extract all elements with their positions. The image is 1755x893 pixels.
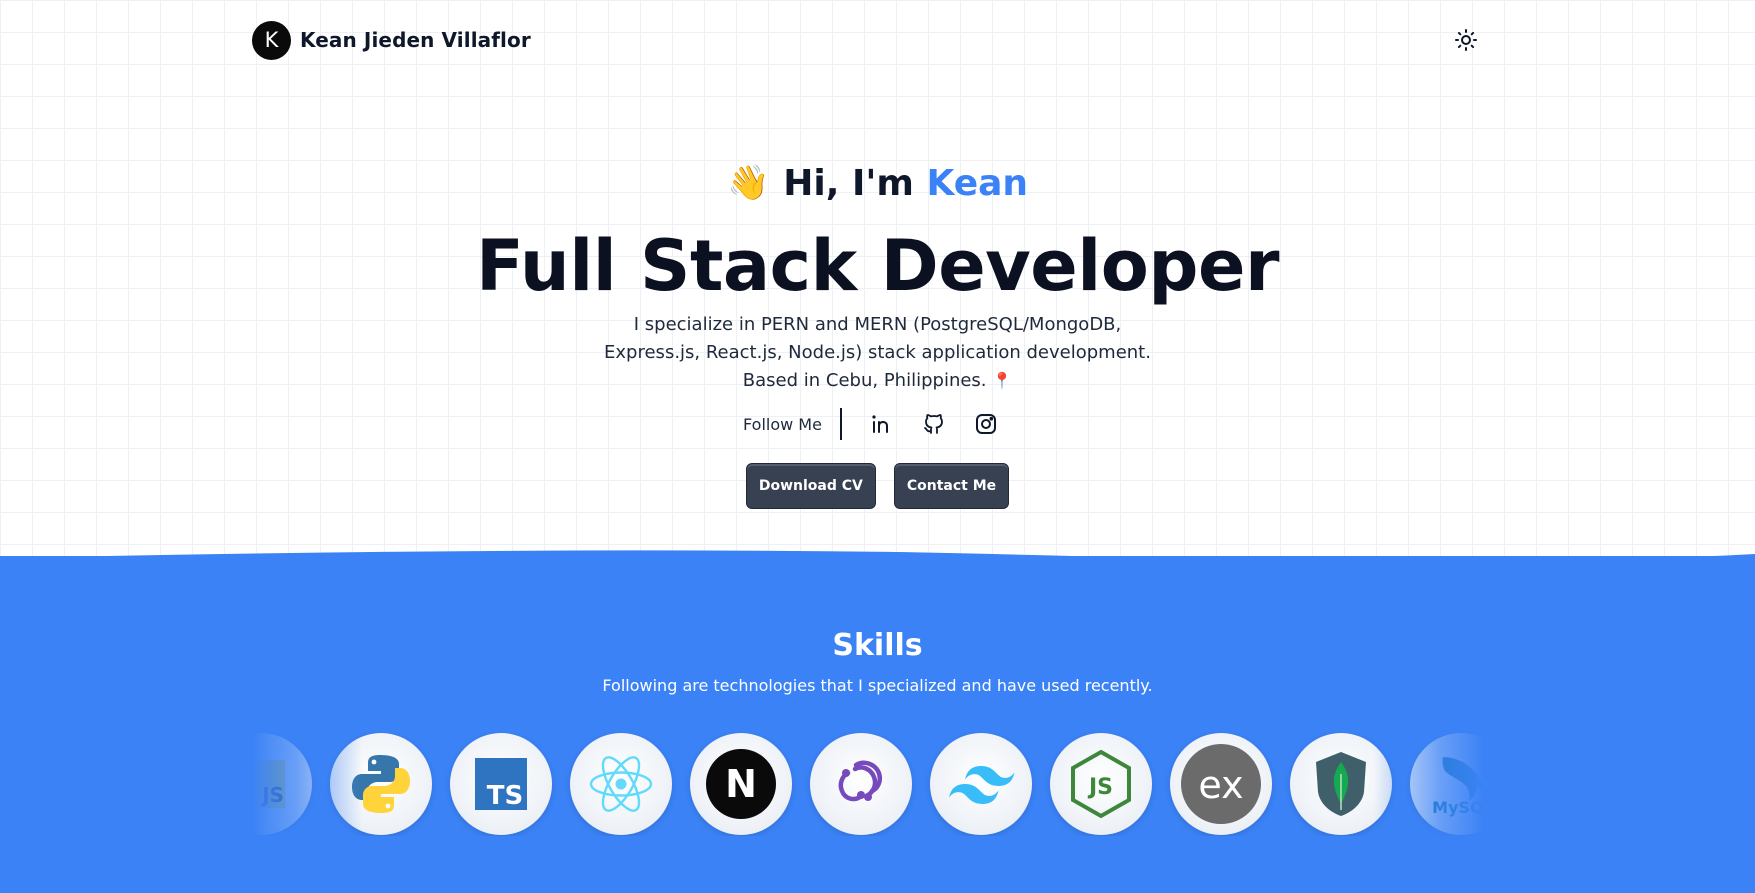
sun-icon: [1455, 29, 1477, 51]
brand-name: Kean Jieden Villaflor: [300, 28, 531, 52]
skills-title: Skills: [832, 628, 923, 663]
linkedin-icon: [872, 415, 888, 433]
skill-express: ex: [1170, 733, 1272, 835]
express-icon: ex: [1181, 744, 1261, 824]
theme-toggle-button[interactable]: [1448, 22, 1484, 58]
hero-description: I specialize in PERN and MERN (PostgreSQ…: [598, 311, 1158, 395]
nextjs-icon: N: [706, 749, 776, 819]
javascript-icon: JS: [252, 760, 285, 808]
react-icon: [589, 756, 653, 812]
skill-nextjs: N: [690, 733, 792, 835]
linkedin-link[interactable]: [856, 407, 908, 441]
mysql-icon: MySQL: [1432, 757, 1484, 817]
svg-text:TS: TS: [487, 781, 523, 811]
cta-row: Download CV Contact Me: [0, 463, 1755, 509]
skill-javascript: JS: [252, 733, 312, 835]
skills-track: JS TS N JS ex MySQ: [252, 732, 1484, 836]
skill-typescript: TS: [450, 733, 552, 835]
skills-subtitle: Following are technologies that I specia…: [602, 676, 1153, 695]
follow-row: Follow Me: [0, 407, 1755, 441]
skills-carousel: JS TS N JS ex MySQ: [252, 732, 1484, 836]
skill-mongodb: [1290, 733, 1392, 835]
contact-me-button[interactable]: Contact Me: [893, 463, 1010, 509]
description-line-3: Based in Cebu, Philippines.: [742, 370, 987, 391]
nodejs-icon: JS: [1071, 749, 1131, 819]
mongodb-icon: [1316, 752, 1366, 816]
follow-label: Follow Me: [743, 414, 822, 434]
skills-section: Skills Following are technologies that I…: [0, 550, 1755, 893]
logo-badge: K: [252, 20, 291, 60]
hero-title: Full Stack Developer: [476, 225, 1279, 307]
pin-emoji: 📍: [992, 371, 1013, 390]
github-link[interactable]: [908, 407, 960, 441]
svg-text:N: N: [725, 762, 757, 806]
hero-section: 👋 Hi, I'm Kean Full Stack Developer I sp…: [0, 155, 1755, 509]
description-line-1: I specialize in PERN and MERN (PostgreSQ…: [633, 314, 1122, 335]
skill-tailwind: [930, 733, 1032, 835]
redux-icon: [838, 760, 882, 802]
typescript-icon: TS: [475, 758, 527, 811]
navbar: K Kean Jieden Villaflor: [252, 20, 1484, 60]
instagram-link[interactable]: [960, 407, 1012, 441]
skill-redux: [810, 733, 912, 835]
download-cv-button[interactable]: Download CV: [745, 463, 876, 509]
brand-link[interactable]: K Kean Jieden Villaflor: [252, 20, 531, 60]
greeting-name: Kean: [926, 162, 1029, 204]
instagram-icon: [975, 414, 996, 434]
python-icon: [352, 755, 410, 813]
github-icon: [924, 414, 943, 434]
skill-nodejs: JS: [1050, 733, 1152, 835]
follow-divider: [839, 408, 842, 440]
greeting-prefix: Hi, I'm: [783, 162, 914, 204]
tailwind-icon: [949, 766, 1015, 804]
svg-text:JS: JS: [1087, 775, 1113, 800]
skill-mysql: MySQL: [1410, 733, 1484, 835]
wave-divider: [0, 550, 1755, 566]
skill-python: [330, 733, 432, 835]
svg-text:MySQL: MySQL: [1432, 798, 1484, 817]
description-line-2: Express.js, React.js, Node.js) stack app…: [604, 342, 1151, 363]
greeting: 👋 Hi, I'm Kean: [0, 155, 1755, 211]
skill-react: [570, 733, 672, 835]
wave-emoji: 👋: [726, 163, 770, 203]
svg-text:ex: ex: [1198, 763, 1243, 807]
svg-text:JS: JS: [260, 783, 284, 807]
